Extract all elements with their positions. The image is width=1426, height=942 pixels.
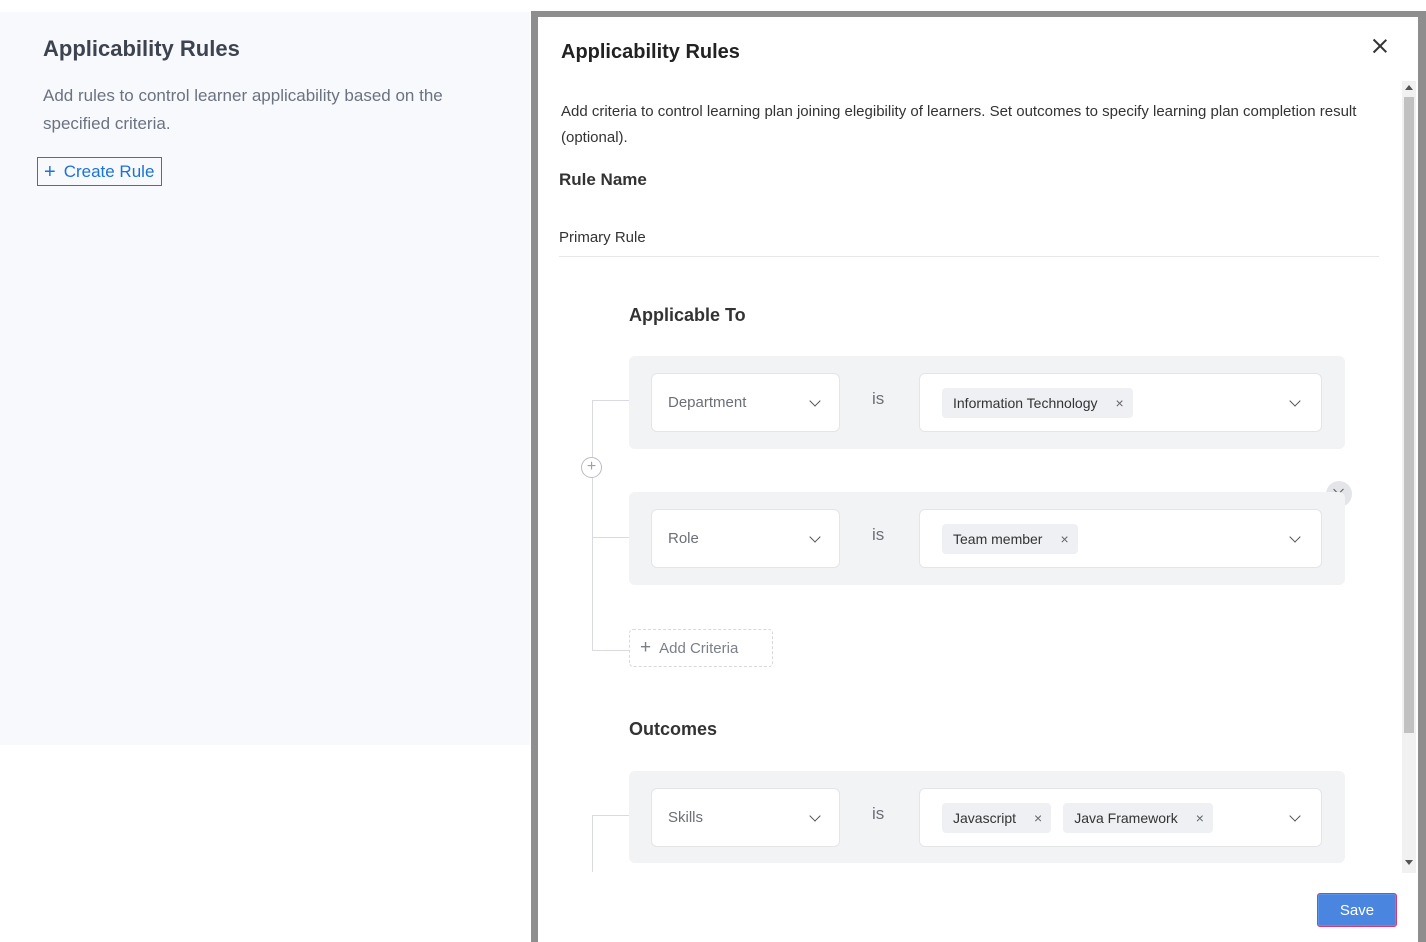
field-select[interactable]: Role <box>651 509 840 568</box>
field-select[interactable]: Department <box>651 373 840 432</box>
create-rule-label: Create Rule <box>63 161 155 181</box>
page-title: Applicability Rules <box>43 36 240 61</box>
plus-icon: + <box>640 637 652 658</box>
scroll-down-icon[interactable] <box>1405 860 1413 865</box>
value-tag-label: Information Technology <box>953 395 1098 411</box>
value-tag-label: Team member <box>953 531 1043 547</box>
remove-tag-icon[interactable]: × <box>1034 810 1042 826</box>
chevron-down-icon <box>809 395 821 407</box>
field-select-value: Skills <box>668 809 704 826</box>
modal-title: Applicability Rules <box>561 41 740 63</box>
value-select[interactable]: Team member × <box>919 509 1322 568</box>
chevron-down-icon <box>809 810 821 822</box>
remove-tag-icon[interactable]: × <box>1116 395 1124 411</box>
applicable-to-title: Applicable To <box>629 305 746 325</box>
create-rule-button[interactable]: + Create Rule <box>37 157 163 186</box>
value-select[interactable]: Information Technology × <box>919 373 1322 432</box>
tree-branch <box>592 537 629 538</box>
rule-name-label: Rule Name <box>559 170 647 189</box>
tree-branch <box>592 650 629 651</box>
save-button[interactable]: Save <box>1317 893 1397 927</box>
add-criteria-button[interactable]: + Add Criteria <box>629 629 773 667</box>
value-tag-label: Java Framework <box>1074 810 1178 826</box>
tree-line <box>592 815 593 872</box>
operator-label: is <box>872 804 885 823</box>
operator-label: is <box>872 525 885 544</box>
chevron-down-icon <box>1289 395 1301 407</box>
value-tag: Team member × <box>942 524 1078 554</box>
value-tag: Javascript × <box>942 803 1052 833</box>
applicability-rules-modal: Applicability Rules Add criteria to cont… <box>538 17 1418 942</box>
outcome-card: Skills is Javascript × Java Framework × <box>629 771 1345 863</box>
chevron-down-icon <box>1289 810 1301 822</box>
tree-branch <box>592 815 629 816</box>
field-select-value: Role <box>668 530 699 547</box>
value-tag-label: Javascript <box>953 810 1017 826</box>
scroll-up-icon[interactable] <box>1405 85 1413 90</box>
modal-description: Add criteria to control learning plan jo… <box>561 103 1357 146</box>
tree-branch <box>592 400 629 401</box>
field-select[interactable]: Skills <box>651 788 840 847</box>
tree-line <box>592 400 593 651</box>
left-panel: Applicability Rules Add rules to control… <box>0 12 530 745</box>
plus-icon: + <box>44 160 56 183</box>
scrollbar-thumb[interactable] <box>1404 97 1414 733</box>
value-tag: Information Technology × <box>942 388 1133 418</box>
page-description: Add rules to control learner applicabili… <box>43 86 443 133</box>
value-select[interactable]: Javascript × Java Framework × <box>919 788 1322 847</box>
close-icon[interactable] <box>1369 35 1391 57</box>
operator-label: is <box>872 389 885 408</box>
chevron-down-icon <box>809 531 821 543</box>
outcomes-title: Outcomes <box>629 719 718 739</box>
remove-tag-icon[interactable]: × <box>1060 531 1068 547</box>
rule-name-input[interactable] <box>559 219 1379 257</box>
value-tag: Java Framework × <box>1063 803 1213 833</box>
add-criteria-label: Add Criteria <box>659 639 739 657</box>
add-group-icon[interactable]: + <box>581 457 602 478</box>
chevron-down-icon <box>1289 531 1301 543</box>
criteria-card: Department is Information Technology × <box>629 356 1345 449</box>
field-select-value: Department <box>668 394 747 411</box>
criteria-card: Role is Team member × <box>629 492 1345 585</box>
remove-tag-icon[interactable]: × <box>1196 810 1204 826</box>
